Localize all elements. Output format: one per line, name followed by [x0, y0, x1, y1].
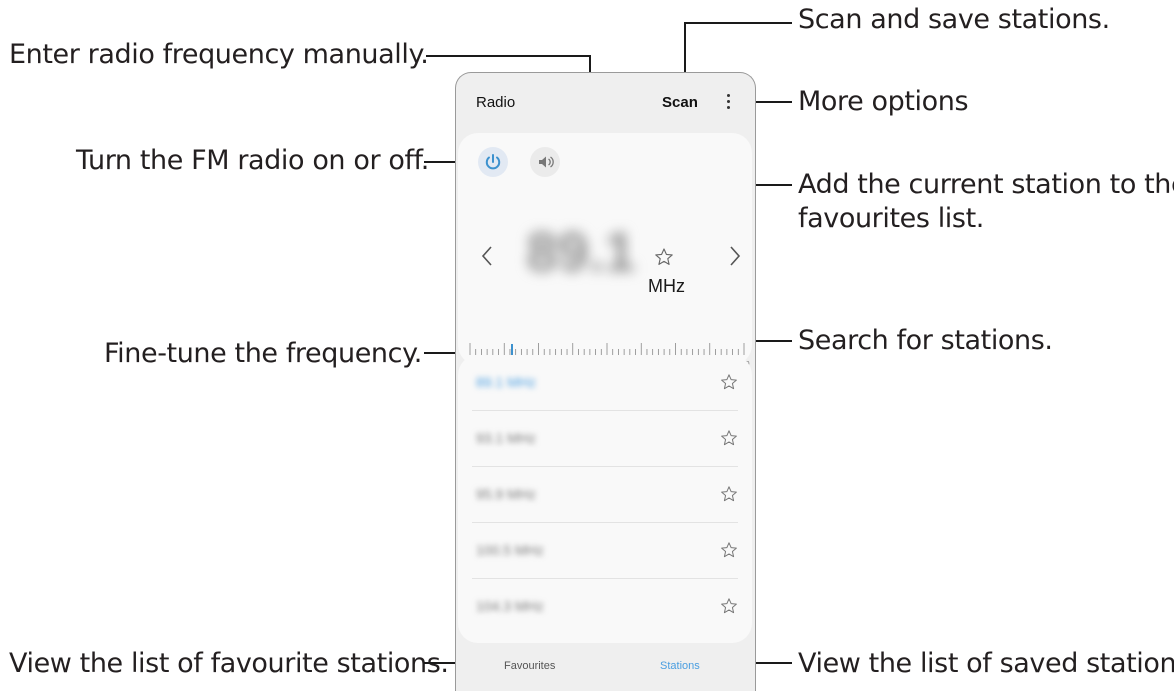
volume-button[interactable]	[530, 147, 560, 177]
tab-stations[interactable]: Stations	[660, 660, 700, 672]
station-name: 89.1 MHz	[476, 374, 536, 390]
speaker-icon	[539, 156, 554, 168]
station-row[interactable]: 89.1 MHz	[458, 355, 752, 411]
next-station-arrow-icon[interactable]	[724, 241, 744, 271]
more-options-icon[interactable]	[720, 91, 736, 113]
line-enter-h	[426, 55, 591, 57]
frequency-display[interactable]: 89.1	[526, 215, 636, 289]
power-button[interactable]	[478, 147, 508, 177]
callout-add-favourite-line2: favourites list.	[798, 203, 984, 234]
station-favourite-star-icon[interactable]	[720, 541, 738, 559]
station-name: 104.3 MHz	[476, 598, 544, 614]
callout-more-options: More options	[798, 86, 969, 117]
callout-add-favourite-line1: Add the current station to the	[798, 169, 1174, 200]
tab-favourites[interactable]: Favourites	[504, 660, 555, 672]
callout-search: Search for stations.	[798, 325, 1053, 356]
callout-fine-tune: Fine-tune the frequency.	[104, 338, 422, 369]
callout-power: Turn the FM radio on or off.	[76, 145, 429, 176]
callout-saved-list: View the list of saved stations.	[798, 648, 1174, 679]
station-favourite-star-icon[interactable]	[720, 373, 738, 391]
app-title: Radio	[476, 94, 516, 111]
callout-favourites-list: View the list of favourite stations.	[9, 648, 449, 679]
scan-button[interactable]: Scan	[662, 94, 698, 111]
station-row[interactable]: 93.1 MHz	[458, 411, 752, 467]
station-name: 95.9 MHz	[476, 486, 536, 502]
tuner-card: 89.1 MHz 8689929598101104107110	[458, 133, 752, 382]
add-favourite-star-icon[interactable]	[654, 247, 674, 267]
station-row[interactable]: 100.5 MHz	[458, 523, 752, 579]
prev-station-arrow-icon[interactable]	[478, 241, 498, 271]
station-favourite-star-icon[interactable]	[720, 485, 738, 503]
callout-scan: Scan and save stations.	[798, 4, 1110, 35]
line-scan-h	[684, 22, 792, 24]
station-favourite-star-icon[interactable]	[720, 597, 738, 615]
station-row[interactable]: 95.9 MHz	[458, 467, 752, 523]
station-name: 93.1 MHz	[476, 430, 536, 446]
frequency-unit: MHz	[648, 276, 685, 296]
station-name: 100.5 MHz	[476, 542, 544, 558]
station-row[interactable]: 104.3 MHz	[458, 579, 752, 635]
station-favourite-star-icon[interactable]	[720, 429, 738, 447]
station-list: 89.1 MHz 93.1 MHz 95.9 MHz 100.5 MHz 104.3 M…	[458, 355, 752, 643]
phone-screen: Radio Scan 89.1 MHz 86	[455, 72, 756, 691]
callout-enter-frequency: Enter radio frequency manually.	[9, 39, 429, 70]
power-icon	[485, 154, 501, 170]
